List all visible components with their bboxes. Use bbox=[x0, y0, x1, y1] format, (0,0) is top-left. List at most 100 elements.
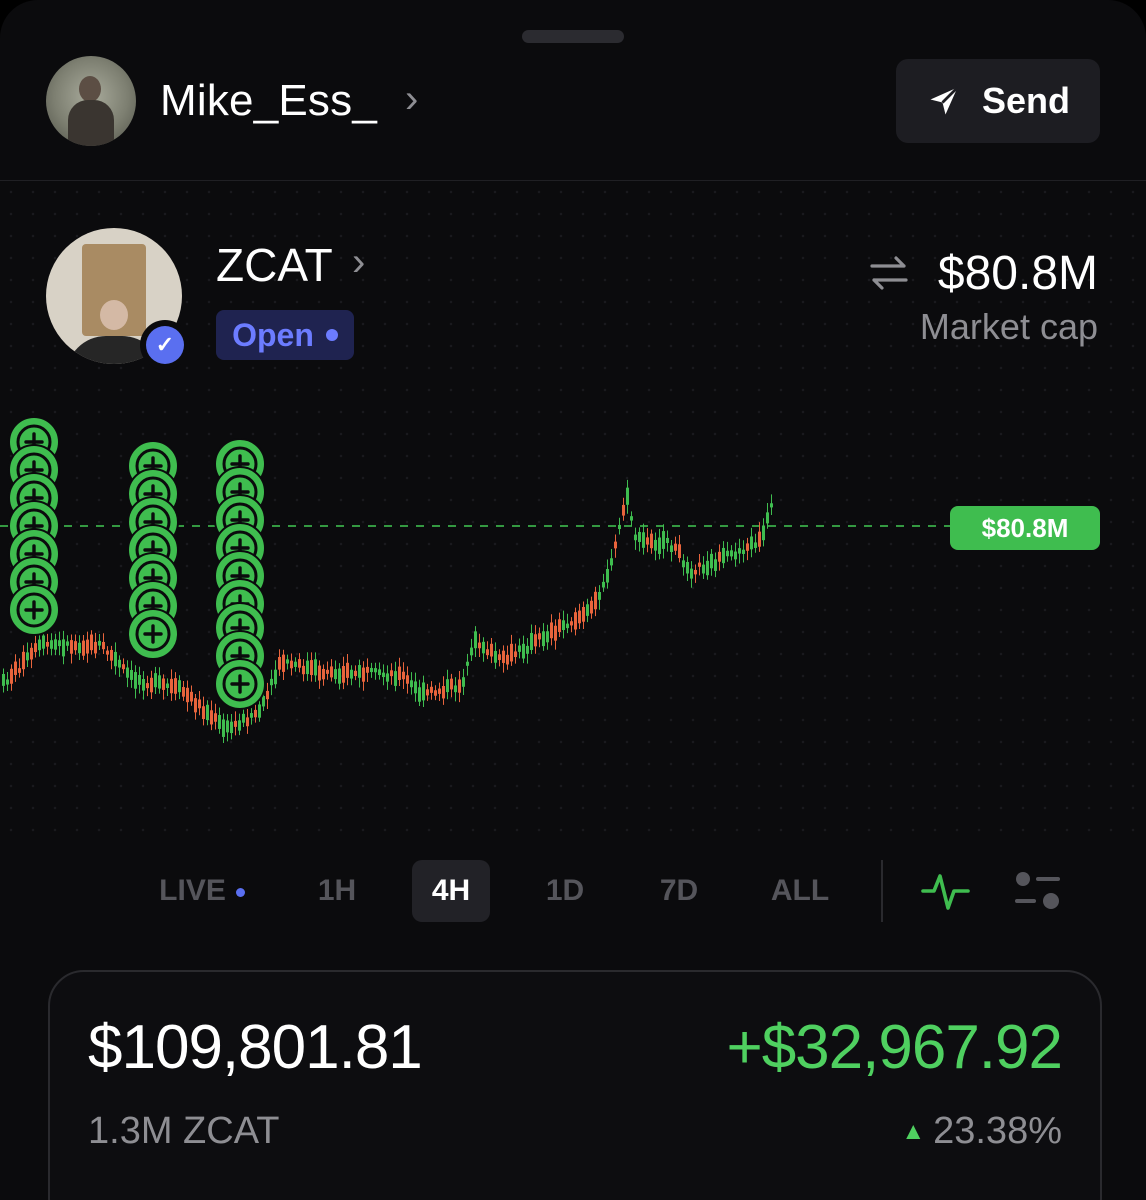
candle bbox=[194, 698, 197, 713]
candle bbox=[458, 679, 461, 693]
candle bbox=[370, 667, 373, 673]
candle bbox=[266, 690, 269, 700]
candle bbox=[222, 719, 225, 737]
candle bbox=[110, 649, 113, 661]
candle bbox=[102, 641, 105, 650]
candle bbox=[38, 639, 41, 651]
candle bbox=[186, 687, 189, 703]
candle bbox=[414, 681, 417, 694]
candle bbox=[66, 641, 69, 646]
candle bbox=[706, 560, 709, 576]
swap-arrows-icon[interactable] bbox=[868, 254, 910, 292]
holding-pnl: +$32,967.92 bbox=[726, 1013, 1063, 1082]
market-cap-label: Market cap bbox=[919, 306, 1098, 347]
candle bbox=[234, 720, 237, 727]
candle bbox=[342, 666, 345, 683]
timeframe-1d[interactable]: 1D bbox=[526, 860, 604, 922]
candle bbox=[362, 667, 365, 682]
user-profile-link[interactable]: Mike_Ess_ › bbox=[46, 56, 418, 146]
candle bbox=[162, 678, 165, 690]
candle bbox=[126, 667, 129, 678]
candle bbox=[514, 651, 517, 658]
candle bbox=[442, 686, 445, 699]
timeframe-1h[interactable]: 1H bbox=[298, 860, 376, 922]
candle bbox=[542, 631, 545, 647]
candle bbox=[658, 537, 661, 554]
candle bbox=[374, 668, 377, 673]
send-button[interactable]: Send bbox=[896, 59, 1100, 143]
candle bbox=[182, 687, 185, 697]
price-chart[interactable] bbox=[0, 400, 1146, 760]
timeframe-live[interactable]: LIVE bbox=[140, 860, 264, 922]
candle bbox=[770, 503, 773, 508]
candle bbox=[150, 677, 153, 693]
candle bbox=[202, 706, 205, 720]
candle bbox=[298, 659, 301, 668]
candle bbox=[278, 656, 281, 670]
status-badge: Open bbox=[216, 310, 354, 360]
timeframe-all[interactable]: ALL bbox=[760, 860, 840, 922]
candle bbox=[450, 678, 453, 690]
candle bbox=[462, 677, 465, 687]
line-chart-icon[interactable] bbox=[920, 868, 972, 914]
candle bbox=[622, 504, 625, 516]
candle bbox=[606, 569, 609, 583]
token-name[interactable]: ZCAT bbox=[216, 238, 333, 292]
candle bbox=[722, 547, 725, 564]
candle bbox=[74, 641, 77, 651]
candle bbox=[750, 536, 753, 550]
candle bbox=[382, 672, 385, 678]
candle bbox=[626, 487, 629, 505]
timeframe-7d[interactable]: 7D bbox=[640, 860, 718, 922]
candle-settings-icon[interactable] bbox=[1012, 868, 1064, 914]
candle bbox=[418, 687, 421, 702]
candle bbox=[46, 641, 49, 647]
candle bbox=[190, 691, 193, 702]
candle bbox=[534, 634, 537, 647]
candle bbox=[254, 709, 257, 718]
candle bbox=[106, 650, 109, 655]
token-sheet: Mike_Ess_ › Send ✓ ZCAT › Open $80.8M Ma… bbox=[0, 0, 1146, 1200]
candle bbox=[26, 652, 29, 661]
send-label: Send bbox=[981, 80, 1070, 121]
grab-handle[interactable] bbox=[522, 30, 624, 43]
candle bbox=[674, 543, 677, 551]
candle bbox=[130, 670, 133, 680]
candle bbox=[642, 532, 645, 548]
user-avatar bbox=[46, 56, 136, 146]
candle bbox=[454, 685, 457, 693]
candle bbox=[614, 541, 617, 549]
buy-markers bbox=[8, 416, 266, 710]
candle bbox=[98, 640, 101, 646]
holding-value: $109,801.81 bbox=[88, 1013, 423, 1082]
candle bbox=[510, 643, 513, 662]
candle bbox=[6, 679, 9, 685]
candle bbox=[134, 672, 137, 689]
candle bbox=[358, 665, 361, 678]
candle bbox=[726, 550, 729, 557]
candle bbox=[70, 640, 73, 654]
candle bbox=[678, 544, 681, 559]
candle bbox=[746, 543, 749, 551]
candle bbox=[262, 696, 265, 707]
candle bbox=[250, 713, 253, 718]
candle bbox=[602, 581, 605, 588]
candle bbox=[538, 633, 541, 640]
candle bbox=[634, 534, 637, 541]
candle bbox=[550, 622, 553, 639]
candle bbox=[30, 647, 33, 660]
candle bbox=[522, 643, 525, 659]
candle bbox=[306, 660, 309, 675]
candle bbox=[714, 559, 717, 571]
candle bbox=[18, 668, 21, 673]
market-cap-value: $80.8M bbox=[937, 247, 1098, 300]
candle bbox=[42, 635, 45, 649]
candle bbox=[210, 710, 213, 725]
candle bbox=[274, 669, 277, 685]
candle bbox=[610, 558, 613, 566]
candle bbox=[386, 673, 389, 682]
holding-card[interactable]: $109,801.81 +$32,967.92 1.3M ZCAT ▲ 23.38… bbox=[48, 970, 1102, 1200]
candle bbox=[122, 664, 125, 670]
candle bbox=[578, 610, 581, 624]
timeframe-4h[interactable]: 4H bbox=[412, 860, 490, 922]
